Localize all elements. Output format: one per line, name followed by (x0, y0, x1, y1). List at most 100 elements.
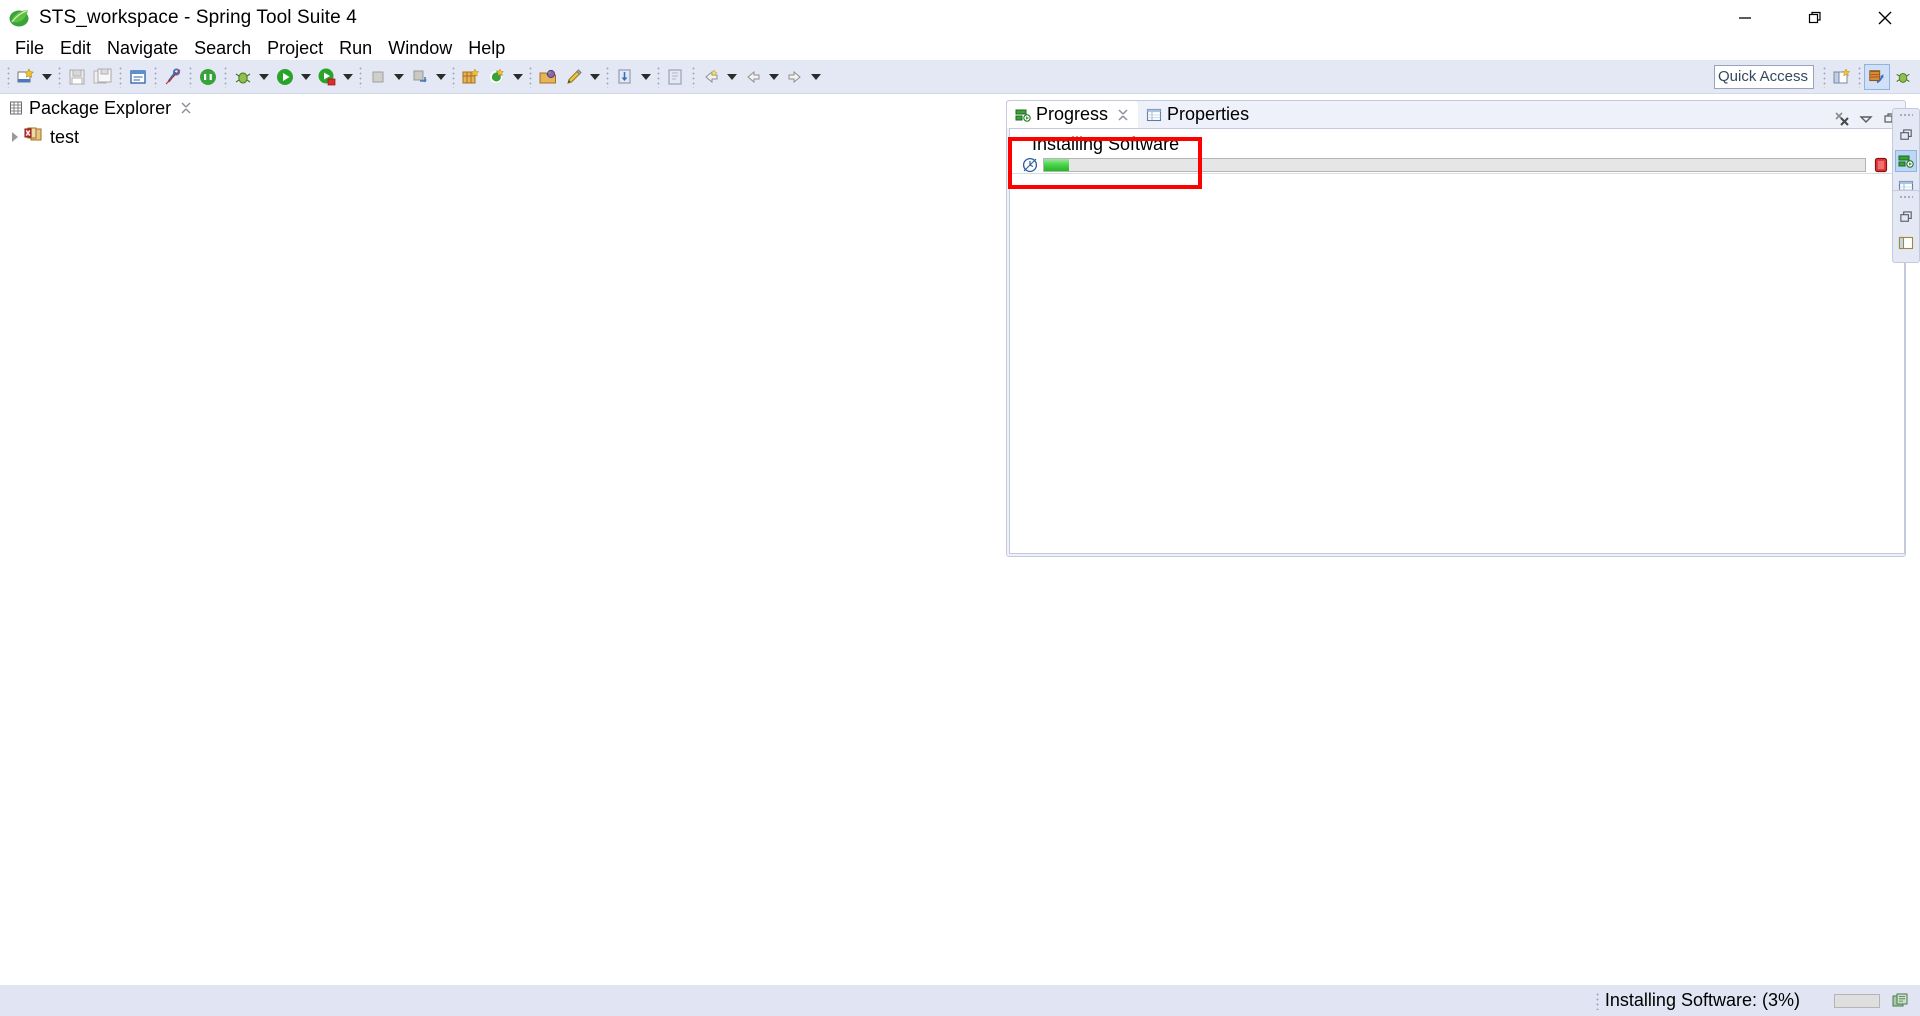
menu-edit[interactable]: Edit (52, 36, 99, 60)
package-explorer-tab-row: Package Explorer (0, 95, 1006, 121)
stop-icon[interactable] (365, 64, 391, 90)
progress-bar-row (1022, 157, 1888, 173)
spring-boot-dashboard-icon[interactable] (195, 64, 221, 90)
stop-task-icon[interactable] (1874, 157, 1888, 173)
new-package-icon[interactable] (458, 64, 484, 90)
close-icon[interactable] (1116, 108, 1130, 122)
toolbar-right-group: Quick Access (1714, 63, 1920, 90)
relaunch-icon[interactable] (407, 64, 433, 90)
progress-task-name: Installing Software (1032, 134, 1180, 154)
java-project-error-icon (24, 126, 44, 149)
new-wizard-icon[interactable] (13, 64, 39, 90)
minimize-button[interactable] (1710, 0, 1780, 36)
progress-view-stack: Progress Properties Installing Software (1006, 100, 1906, 557)
back-history-dropdown-icon[interactable] (724, 64, 740, 90)
toolbar-separator (224, 65, 227, 88)
chevron-right-icon[interactable] (6, 132, 24, 142)
menu-navigate[interactable]: Navigate (99, 36, 186, 60)
toolbar-separator (657, 65, 660, 88)
tree-item-label: test (50, 126, 80, 147)
forward-dropdown-icon[interactable] (808, 64, 824, 90)
next-annotation-icon[interactable] (612, 64, 638, 90)
status-task-text: Installing Software: (3%) (1604, 990, 1800, 1010)
progress-icon[interactable] (1895, 150, 1917, 172)
refresh-project-icon[interactable] (484, 64, 510, 90)
menu-help[interactable]: Help (460, 36, 513, 60)
restore-icon[interactable] (1895, 206, 1917, 228)
tab-progress[interactable]: Progress (1007, 101, 1139, 128)
menu-file[interactable]: File (7, 36, 52, 60)
drag-grip-icon[interactable] (1899, 113, 1913, 118)
drag-grip-icon[interactable] (1899, 195, 1913, 200)
toolbar-separator (359, 65, 362, 88)
edit-dropdown-icon[interactable] (587, 64, 603, 90)
next-annotation-dropdown-icon[interactable] (638, 64, 654, 90)
java-perspective-icon[interactable] (1864, 63, 1890, 90)
link-broken-icon[interactable] (160, 64, 186, 90)
status-separator (1595, 991, 1599, 1010)
debug-icon[interactable] (230, 64, 256, 90)
title-bar: STS_workspace - Spring Tool Suite 4 (0, 0, 1920, 36)
remove-all-finished-icon[interactable] (1833, 110, 1851, 128)
spring-leaf-icon (9, 9, 29, 27)
run-config-icon[interactable] (314, 64, 340, 90)
back-history-icon[interactable] (698, 64, 724, 90)
progress-clock-icon (1022, 157, 1038, 173)
save-icon[interactable] (64, 64, 90, 90)
row-divider (1010, 173, 1906, 174)
save-all-icon[interactable] (90, 64, 116, 90)
quick-access-input[interactable]: Quick Access (1714, 64, 1814, 89)
open-perspective-icon[interactable] (1829, 64, 1855, 90)
show-progress-icon[interactable] (1892, 992, 1910, 1010)
menu-window[interactable]: Window (380, 36, 460, 60)
toolbar-separator (692, 65, 695, 88)
tree-item-test[interactable]: test (0, 125, 1006, 149)
forward-icon[interactable] (782, 64, 808, 90)
window-title: STS_workspace - Spring Tool Suite 4 (39, 7, 357, 28)
new-wizard-dropdown-icon[interactable] (39, 64, 55, 90)
toolbar-separator (154, 65, 157, 88)
toolbar-separator (7, 65, 10, 88)
status-progress-bar[interactable] (1834, 993, 1880, 1008)
tab-package-explorer[interactable]: Package Explorer (2, 95, 202, 121)
restore-button[interactable] (1780, 0, 1850, 36)
debug-dropdown-icon[interactable] (256, 64, 272, 90)
progress-view-client: Installing Software (1009, 128, 1906, 554)
stop-dropdown-icon[interactable] (391, 64, 407, 90)
run-icon[interactable] (272, 64, 298, 90)
toolbar-separator (119, 65, 122, 88)
view-menu-icon[interactable] (1857, 110, 1875, 128)
toolbar-separator (1858, 65, 1861, 88)
menu-search[interactable]: Search (186, 36, 259, 60)
menu-bar: File Edit Navigate Search Project Run Wi… (0, 36, 1920, 60)
close-button[interactable] (1850, 0, 1920, 36)
edit-icon[interactable] (561, 64, 587, 90)
relaunch-dropdown-icon[interactable] (433, 64, 449, 90)
package-explorer-tree: test (0, 121, 1006, 985)
progress-bar (1043, 158, 1866, 172)
menu-run[interactable]: Run (331, 36, 380, 60)
tab-properties[interactable]: Properties (1138, 101, 1257, 128)
restore-icon[interactable] (1895, 124, 1917, 146)
main-toolbar: Quick Access (0, 60, 1920, 94)
run-dropdown-icon[interactable] (298, 64, 314, 90)
refresh-dropdown-icon[interactable] (510, 64, 526, 90)
progress-task-row[interactable]: Installing Software (1010, 129, 1906, 174)
back-icon[interactable] (740, 64, 766, 90)
open-task-icon[interactable] (663, 64, 689, 90)
properties-icon (1146, 108, 1162, 121)
status-right-group: Installing Software: (3%) (1595, 990, 1920, 1011)
toolbar-separator (58, 65, 61, 88)
outline-icon[interactable] (1895, 232, 1917, 254)
menu-project[interactable]: Project (259, 36, 331, 60)
toolbar-separator (452, 65, 455, 88)
new-java-class-icon[interactable] (125, 64, 151, 90)
window-controls (1710, 0, 1920, 36)
tab-label: Properties (1167, 104, 1250, 124)
spring-perspective-icon[interactable] (1890, 64, 1916, 90)
toolbar-separator (1823, 65, 1826, 88)
close-icon[interactable] (179, 101, 193, 115)
run-config-dropdown-icon[interactable] (340, 64, 356, 90)
back-dropdown-icon[interactable] (766, 64, 782, 90)
open-type-icon[interactable] (535, 64, 561, 90)
